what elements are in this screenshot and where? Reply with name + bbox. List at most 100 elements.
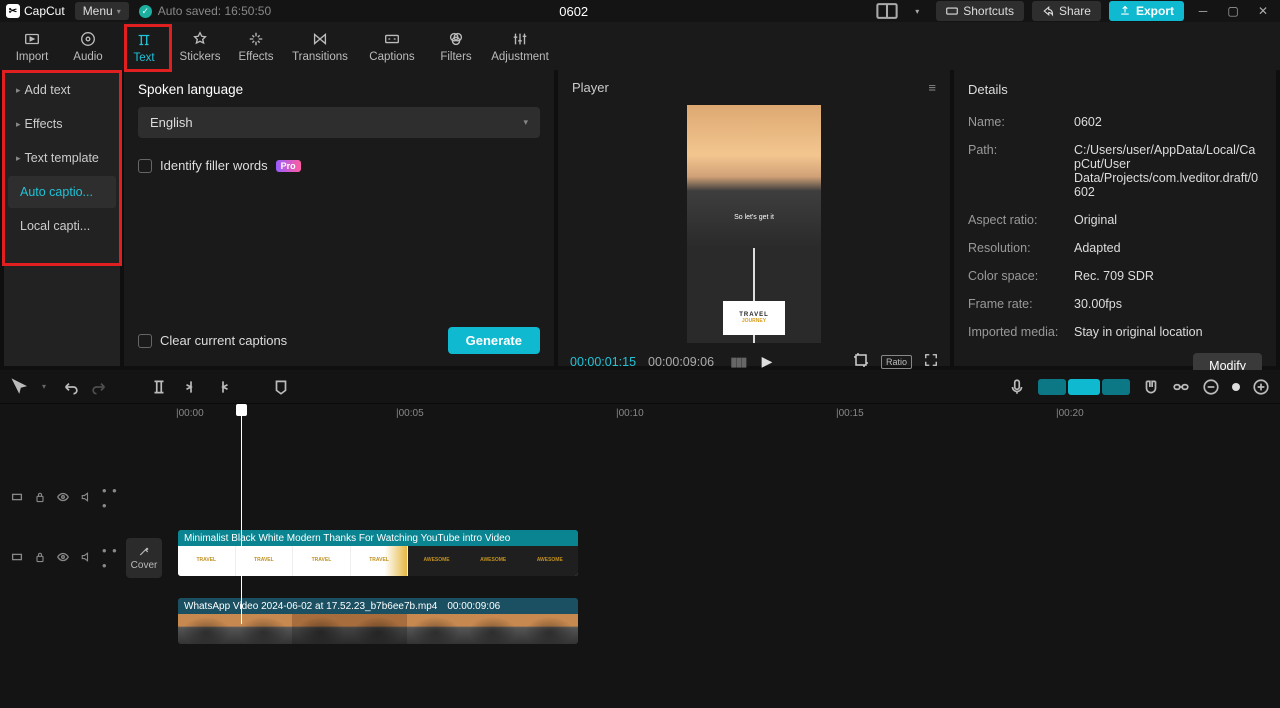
filters-icon xyxy=(447,29,465,49)
split-icon[interactable] xyxy=(150,378,168,396)
link-icon[interactable] xyxy=(1172,378,1190,396)
crop-icon[interactable] xyxy=(853,352,869,371)
sidebar-item-effects[interactable]: Effects xyxy=(8,108,116,140)
details-panel: Details Name:0602 Path:C:/Users/user/App… xyxy=(954,70,1276,366)
player-title: Player xyxy=(572,80,609,95)
timeline-clip-2[interactable]: WhatsApp Video 2024-06-02 at 17.52.23_b7… xyxy=(178,598,578,644)
detail-resolution: Adapted xyxy=(1074,241,1262,255)
tab-import[interactable]: Import xyxy=(4,22,60,70)
timeline-ruler[interactable]: |00:00 |00:05 |00:10 |00:15 |00:20 xyxy=(0,404,1280,426)
transitions-icon xyxy=(311,29,329,49)
cover-button[interactable]: Cover xyxy=(126,538,162,578)
split-right-icon[interactable] xyxy=(214,378,232,396)
identify-filler-row[interactable]: Identify filler words Pro xyxy=(138,158,540,173)
check-icon: ✓ xyxy=(139,5,152,18)
redo-icon[interactable] xyxy=(92,378,110,396)
more-icon[interactable]: • • • xyxy=(102,543,118,573)
mic-icon[interactable] xyxy=(1008,378,1026,396)
fullscreen-icon[interactable] xyxy=(924,353,938,370)
menu-icon[interactable]: ≡ xyxy=(928,80,936,95)
more-icon[interactable]: • • • xyxy=(102,483,118,513)
effects-icon xyxy=(247,29,265,49)
spoken-language-label: Spoken language xyxy=(138,82,540,97)
titlebar: ✂ CapCut Menu ▾ ✓ Auto saved: 16:50:50 0… xyxy=(0,0,1280,22)
tab-stickers[interactable]: Stickers xyxy=(172,22,228,70)
tab-captions[interactable]: Captions xyxy=(356,22,428,70)
maximize-button[interactable]: ▢ xyxy=(1222,0,1244,22)
sidebar-item-template[interactable]: Text template xyxy=(8,142,116,174)
close-button[interactable]: ✕ xyxy=(1252,0,1274,22)
details-title: Details xyxy=(968,82,1262,97)
undo-icon[interactable] xyxy=(60,378,78,396)
video-stamp: TRAVEL JOURNEY xyxy=(723,301,785,335)
tab-filters[interactable]: Filters xyxy=(428,22,484,70)
current-time: 00:00:01:15 xyxy=(570,355,636,369)
detail-colorspace: Rec. 709 SDR xyxy=(1074,269,1262,283)
total-time: 00:00:09:06 xyxy=(648,355,714,369)
language-select[interactable]: English ▾ xyxy=(138,107,540,138)
expand-icon[interactable] xyxy=(10,550,24,567)
zoom-slider-knob[interactable] xyxy=(1232,383,1240,391)
app-logo: ✂ CapCut xyxy=(6,4,65,18)
pro-badge: Pro xyxy=(276,160,301,172)
chevron-down-icon[interactable]: ▾ xyxy=(906,0,928,22)
tab-effects[interactable]: Effects xyxy=(228,22,284,70)
track-controls-1: • • • xyxy=(10,483,118,513)
adjustment-icon xyxy=(511,29,529,49)
playhead[interactable] xyxy=(241,404,242,624)
text-sidebar: Add text Effects Text template Auto capt… xyxy=(4,70,120,366)
lock-icon[interactable] xyxy=(34,551,46,566)
detail-path: C:/Users/user/AppData/Local/CapCut/User … xyxy=(1074,143,1262,199)
eye-icon[interactable] xyxy=(56,550,70,567)
generate-button[interactable]: Generate xyxy=(448,327,540,354)
sidebar-item-add-text[interactable]: Add text xyxy=(8,74,116,106)
tab-text[interactable]: Text xyxy=(116,22,172,70)
chevron-down-icon[interactable]: ▾ xyxy=(42,382,46,391)
menu-button[interactable]: Menu ▾ xyxy=(75,2,129,20)
track-controls-2: • • • xyxy=(10,543,118,573)
audio-icon[interactable] xyxy=(80,551,92,566)
player-panel: Player ≡ So let's get it TRAVEL JOURNEY … xyxy=(558,70,950,366)
magnet-icon[interactable] xyxy=(1142,378,1160,396)
checkbox-icon[interactable] xyxy=(138,334,152,348)
logo-icon: ✂ xyxy=(6,4,20,18)
tab-audio[interactable]: Audio xyxy=(60,22,116,70)
export-button[interactable]: Export xyxy=(1109,1,1184,21)
timeline-clip-1[interactable]: Minimalist Black White Modern Thanks For… xyxy=(178,530,578,576)
text-icon xyxy=(135,30,153,50)
stickers-icon xyxy=(191,29,209,49)
tab-adjustment[interactable]: Adjustment xyxy=(484,22,556,70)
autosave-status: ✓ Auto saved: 16:50:50 xyxy=(139,4,271,18)
captions-icon xyxy=(383,29,401,49)
chevron-down-icon: ▾ xyxy=(523,117,528,128)
shortcuts-button[interactable]: Shortcuts xyxy=(936,1,1024,21)
detail-aspect: Original xyxy=(1074,213,1262,227)
share-button[interactable]: Share xyxy=(1032,1,1101,21)
layout-icon[interactable] xyxy=(876,0,898,22)
cursor-icon[interactable] xyxy=(10,378,28,396)
eye-icon[interactable] xyxy=(56,490,70,507)
zoom-out-icon[interactable] xyxy=(1202,378,1220,396)
video-preview[interactable]: So let's get it TRAVEL JOURNEY xyxy=(558,105,950,343)
detail-media: Stay in original location xyxy=(1074,325,1262,339)
ratio-button[interactable]: Ratio xyxy=(881,355,912,369)
minimize-button[interactable]: ─ xyxy=(1192,0,1214,22)
lock-icon[interactable] xyxy=(34,491,46,506)
audio-icon[interactable] xyxy=(80,491,92,506)
sidebar-item-auto-captions[interactable]: Auto captio... xyxy=(8,176,116,208)
list-icon[interactable]: ▮▮▮ xyxy=(730,354,745,370)
play-button[interactable]: ▶ xyxy=(762,353,773,370)
expand-icon[interactable] xyxy=(10,490,24,507)
timeline: ▾ |00:00 |00:05 |00:10 |00:15 |00:20 xyxy=(0,370,1280,708)
clear-captions-row[interactable]: Clear current captions xyxy=(138,333,287,348)
main-tabs: Import Audio Text Stickers Effects Trans… xyxy=(0,22,1280,70)
detail-name: 0602 xyxy=(1074,115,1262,129)
tab-transitions[interactable]: Transitions xyxy=(284,22,356,70)
split-left-icon[interactable] xyxy=(182,378,200,396)
snap-toggle[interactable] xyxy=(1038,379,1130,395)
marker-icon[interactable] xyxy=(272,378,290,396)
sidebar-item-local-captions[interactable]: Local capti... xyxy=(8,210,116,242)
checkbox-icon[interactable] xyxy=(138,159,152,173)
timeline-toolbar: ▾ xyxy=(0,370,1280,404)
zoom-in-icon[interactable] xyxy=(1252,378,1270,396)
